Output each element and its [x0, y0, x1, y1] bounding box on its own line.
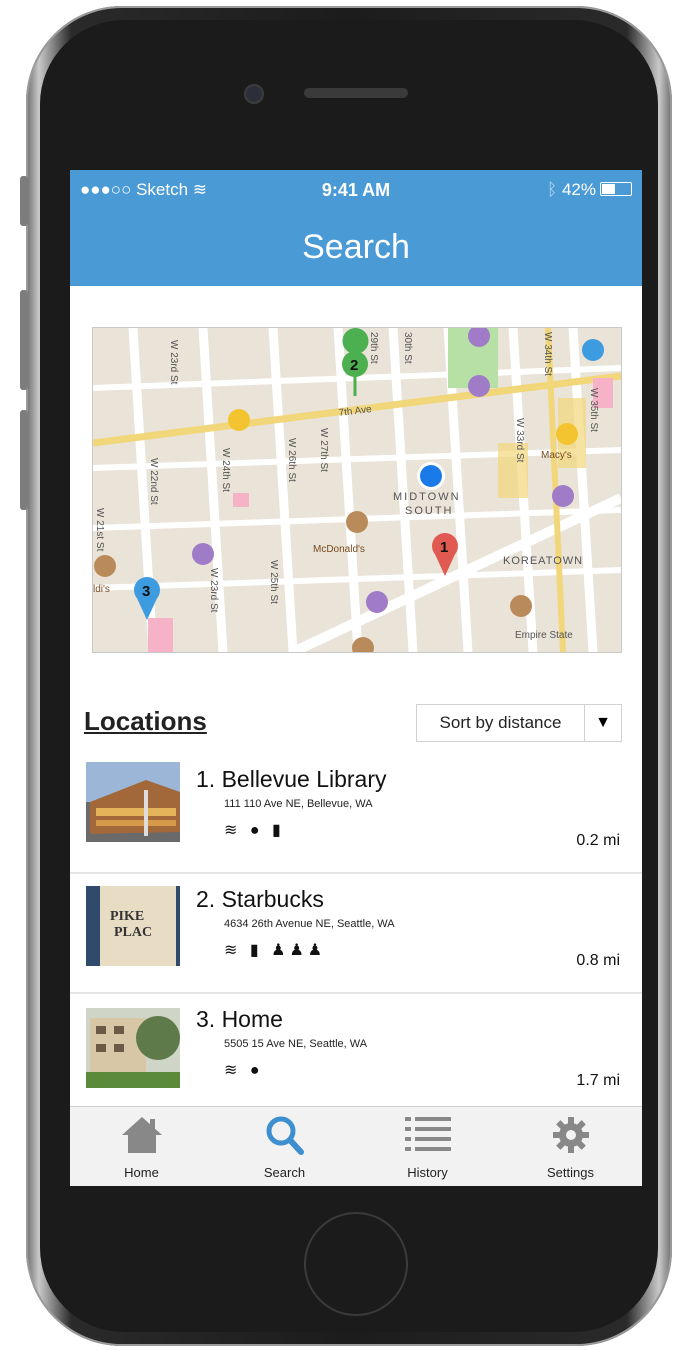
- list-item[interactable]: PIKE PLAC 2. Starbucks 4634 26th Avenue …: [70, 874, 642, 994]
- status-bar: ●●●○○ Sketch ≋ 9:41 AM ᛒ 42%: [70, 178, 642, 202]
- amenity-icons: ≋ ▮ ♟♟♟: [224, 942, 327, 959]
- svg-text:29th St: 29th St: [368, 332, 379, 364]
- location-distance: 0.8 mi: [576, 952, 620, 969]
- nav-header: ●●●○○ Sketch ≋ 9:41 AM ᛒ 42% Search: [70, 170, 642, 286]
- svg-text:W 23rd St: W 23rd St: [168, 340, 179, 385]
- amenity-icons: ≋ ●: [224, 1062, 264, 1079]
- svg-text:PLAC: PLAC: [114, 925, 152, 940]
- search-icon: [213, 1115, 356, 1155]
- svg-text:30th St: 30th St: [402, 332, 413, 364]
- svg-text:W 23rd St: W 23rd St: [208, 568, 219, 613]
- svg-text:2: 2: [350, 357, 358, 374]
- location-thumbnail: [86, 762, 180, 842]
- list-icon: [356, 1115, 499, 1155]
- svg-text:ldi's: ldi's: [93, 584, 110, 595]
- locations-list: 1. Bellevue Library 111 110 Ave NE, Bell…: [70, 754, 642, 1112]
- svg-text:W 26th St: W 26th St: [286, 438, 297, 482]
- svg-text:W 25th St: W 25th St: [268, 560, 279, 604]
- map-view[interactable]: 7th Ave W 23rd St W 22nd St W 21st St W …: [92, 327, 622, 653]
- svg-text:PIKE: PIKE: [110, 909, 144, 924]
- location-address: 4634 26th Avenue NE, Seattle, WA: [224, 918, 395, 930]
- tab-home-label: Home: [124, 1165, 159, 1180]
- location-thumbnail: PIKE PLAC: [86, 886, 180, 966]
- svg-text:W 27th St: W 27th St: [318, 428, 329, 472]
- list-item[interactable]: 3. Home 5505 15 Ave NE, Seattle, WA ≋ ● …: [70, 994, 642, 1112]
- battery-status: ᛒ 42%: [547, 180, 632, 200]
- location-distance: 1.7 mi: [576, 1072, 620, 1089]
- volume-up-button: [20, 290, 28, 390]
- sort-dropdown-label[interactable]: Sort by distance: [417, 705, 585, 741]
- home-hardware-button[interactable]: [304, 1212, 408, 1316]
- bluetooth-icon: ᛒ: [547, 180, 558, 199]
- svg-text:W 33rd St: W 33rd St: [514, 418, 525, 463]
- battery-icon: [600, 182, 632, 196]
- app-screen: ●●●○○ Sketch ≋ 9:41 AM ᛒ 42% Search 7th …: [70, 170, 642, 1186]
- sort-dropdown[interactable]: Sort by distance ▼: [416, 704, 622, 742]
- location-name: 2. Starbucks: [196, 886, 324, 912]
- tab-settings[interactable]: Settings: [499, 1107, 642, 1186]
- location-address: 111 110 Ave NE, Bellevue, WA: [224, 798, 373, 810]
- tab-settings-label: Settings: [547, 1165, 594, 1180]
- gear-icon: [499, 1115, 642, 1155]
- svg-text:Macy's: Macy's: [541, 450, 572, 461]
- chevron-down-icon[interactable]: ▼: [585, 705, 621, 741]
- svg-text:1: 1: [440, 539, 448, 556]
- svg-text:W 35th St: W 35th St: [588, 388, 599, 432]
- mute-switch: [20, 176, 28, 226]
- list-item[interactable]: 1. Bellevue Library 111 110 Ave NE, Bell…: [70, 754, 642, 874]
- home-icon: [70, 1115, 213, 1155]
- location-thumbnail: [86, 1008, 180, 1088]
- svg-text:KOREATOWN: KOREATOWN: [503, 555, 583, 567]
- svg-text:W 21st St: W 21st St: [94, 508, 105, 552]
- volume-down-button: [20, 410, 28, 510]
- tab-home[interactable]: Home: [70, 1107, 213, 1186]
- location-address: 5505 15 Ave NE, Seattle, WA: [224, 1038, 368, 1050]
- location-name: 1. Bellevue Library: [196, 766, 387, 792]
- svg-text:3: 3: [142, 583, 150, 600]
- tab-search[interactable]: Search: [213, 1107, 356, 1186]
- tab-history[interactable]: History: [356, 1107, 499, 1186]
- tab-search-label: Search: [263, 1165, 306, 1180]
- svg-text:W 22nd St: W 22nd St: [148, 458, 159, 505]
- location-distance: 0.2 mi: [576, 832, 620, 849]
- amenity-icons: ≋ ● ▮: [224, 822, 285, 839]
- svg-text:SOUTH: SOUTH: [405, 505, 454, 517]
- tab-bar: Home Search History Settings: [70, 1106, 642, 1186]
- svg-text:W 24th St: W 24th St: [220, 448, 231, 492]
- page-title: Search: [302, 228, 410, 266]
- svg-text:Empire State: Empire State: [515, 630, 573, 641]
- svg-text:McDonald's: McDonald's: [313, 544, 365, 555]
- tab-history-label: History: [407, 1165, 448, 1180]
- svg-text:W 34th St: W 34th St: [542, 332, 553, 376]
- svg-text:MIDTOWN: MIDTOWN: [393, 491, 461, 503]
- front-camera: [244, 84, 264, 104]
- location-name: 3. Home: [196, 1006, 283, 1032]
- speaker-grille: [304, 88, 408, 98]
- locations-heading: Locations: [84, 706, 207, 736]
